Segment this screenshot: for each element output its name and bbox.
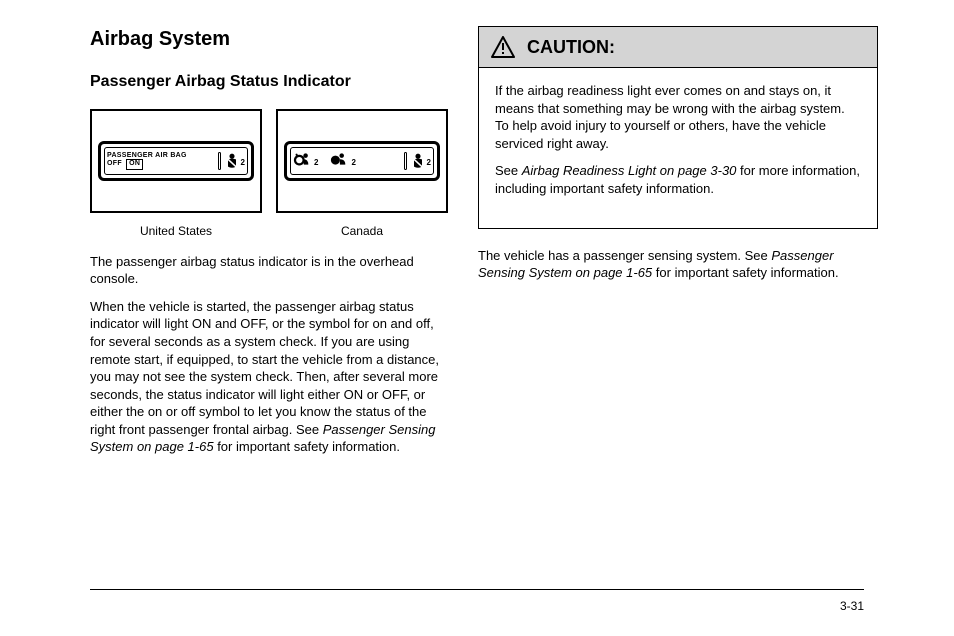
indicator-us-card: PASSENGER AIR BAG OFF ON 2	[90, 109, 262, 213]
section-title: Airbag System	[90, 26, 448, 53]
indicator-us-panel: PASSENGER AIR BAG OFF ON 2	[98, 141, 254, 181]
caution-p2a: See	[495, 163, 522, 178]
seatbelt-icon	[224, 152, 240, 170]
caution-p1: If the airbag readiness light ever comes…	[495, 82, 861, 152]
left-para-2b: for important safety information.	[214, 439, 400, 454]
indicator-light-pill	[404, 152, 407, 170]
caption-us: United States	[90, 223, 262, 239]
airbag-off-icon	[293, 152, 311, 170]
indicator-us-two: 2	[241, 158, 245, 169]
caution-box: CAUTION: If the airbag readiness light e…	[478, 26, 878, 229]
indicator-us-belt: 2	[218, 152, 245, 170]
indicator-row: PASSENGER AIR BAG OFF ON 2	[90, 109, 448, 213]
caution-body: If the airbag readiness light ever comes…	[479, 68, 877, 227]
warning-icon	[491, 36, 515, 58]
ca-two-3: 2	[427, 158, 431, 169]
right-para-b: for important safety information.	[652, 265, 838, 280]
right-para: The vehicle has a passenger sensing syst…	[478, 247, 878, 282]
caution-p2-link: Airbag Readiness Light on page 3-30	[522, 163, 737, 178]
indicator-ca-panel: 2 2	[284, 141, 440, 181]
ca-two-2: 2	[351, 158, 355, 169]
footer-rule	[90, 589, 864, 590]
indicator-us-on: ON	[126, 159, 143, 169]
indicator-ca-card: 2 2	[276, 109, 448, 213]
subsection-title: Passenger Airbag Status Indicator	[90, 71, 448, 93]
airbag-on-icon	[330, 152, 348, 170]
indicator-us-line1: PASSENGER AIR BAG	[107, 152, 187, 159]
page-number: 3-31	[840, 598, 864, 614]
indicator-us-line2: OFF	[107, 160, 122, 167]
caution-p2: See Airbag Readiness Light on page 3-30 …	[495, 162, 861, 197]
right-para-a: The vehicle has a passenger sensing syst…	[478, 248, 771, 263]
caption-ca: Canada	[276, 223, 448, 239]
caution-title: CAUTION:	[527, 35, 615, 59]
left-para-2: When the vehicle is started, the passeng…	[90, 298, 448, 456]
indicator-light-pill	[218, 152, 221, 170]
caution-header: CAUTION:	[479, 27, 877, 68]
indicator-us-text: PASSENGER AIR BAG OFF ON	[107, 152, 187, 170]
seatbelt-icon	[410, 152, 426, 170]
left-para-1: The passenger airbag status indicator is…	[90, 253, 448, 288]
ca-two-1: 2	[314, 158, 318, 169]
left-para-2a: When the vehicle is started, the passeng…	[90, 299, 439, 437]
